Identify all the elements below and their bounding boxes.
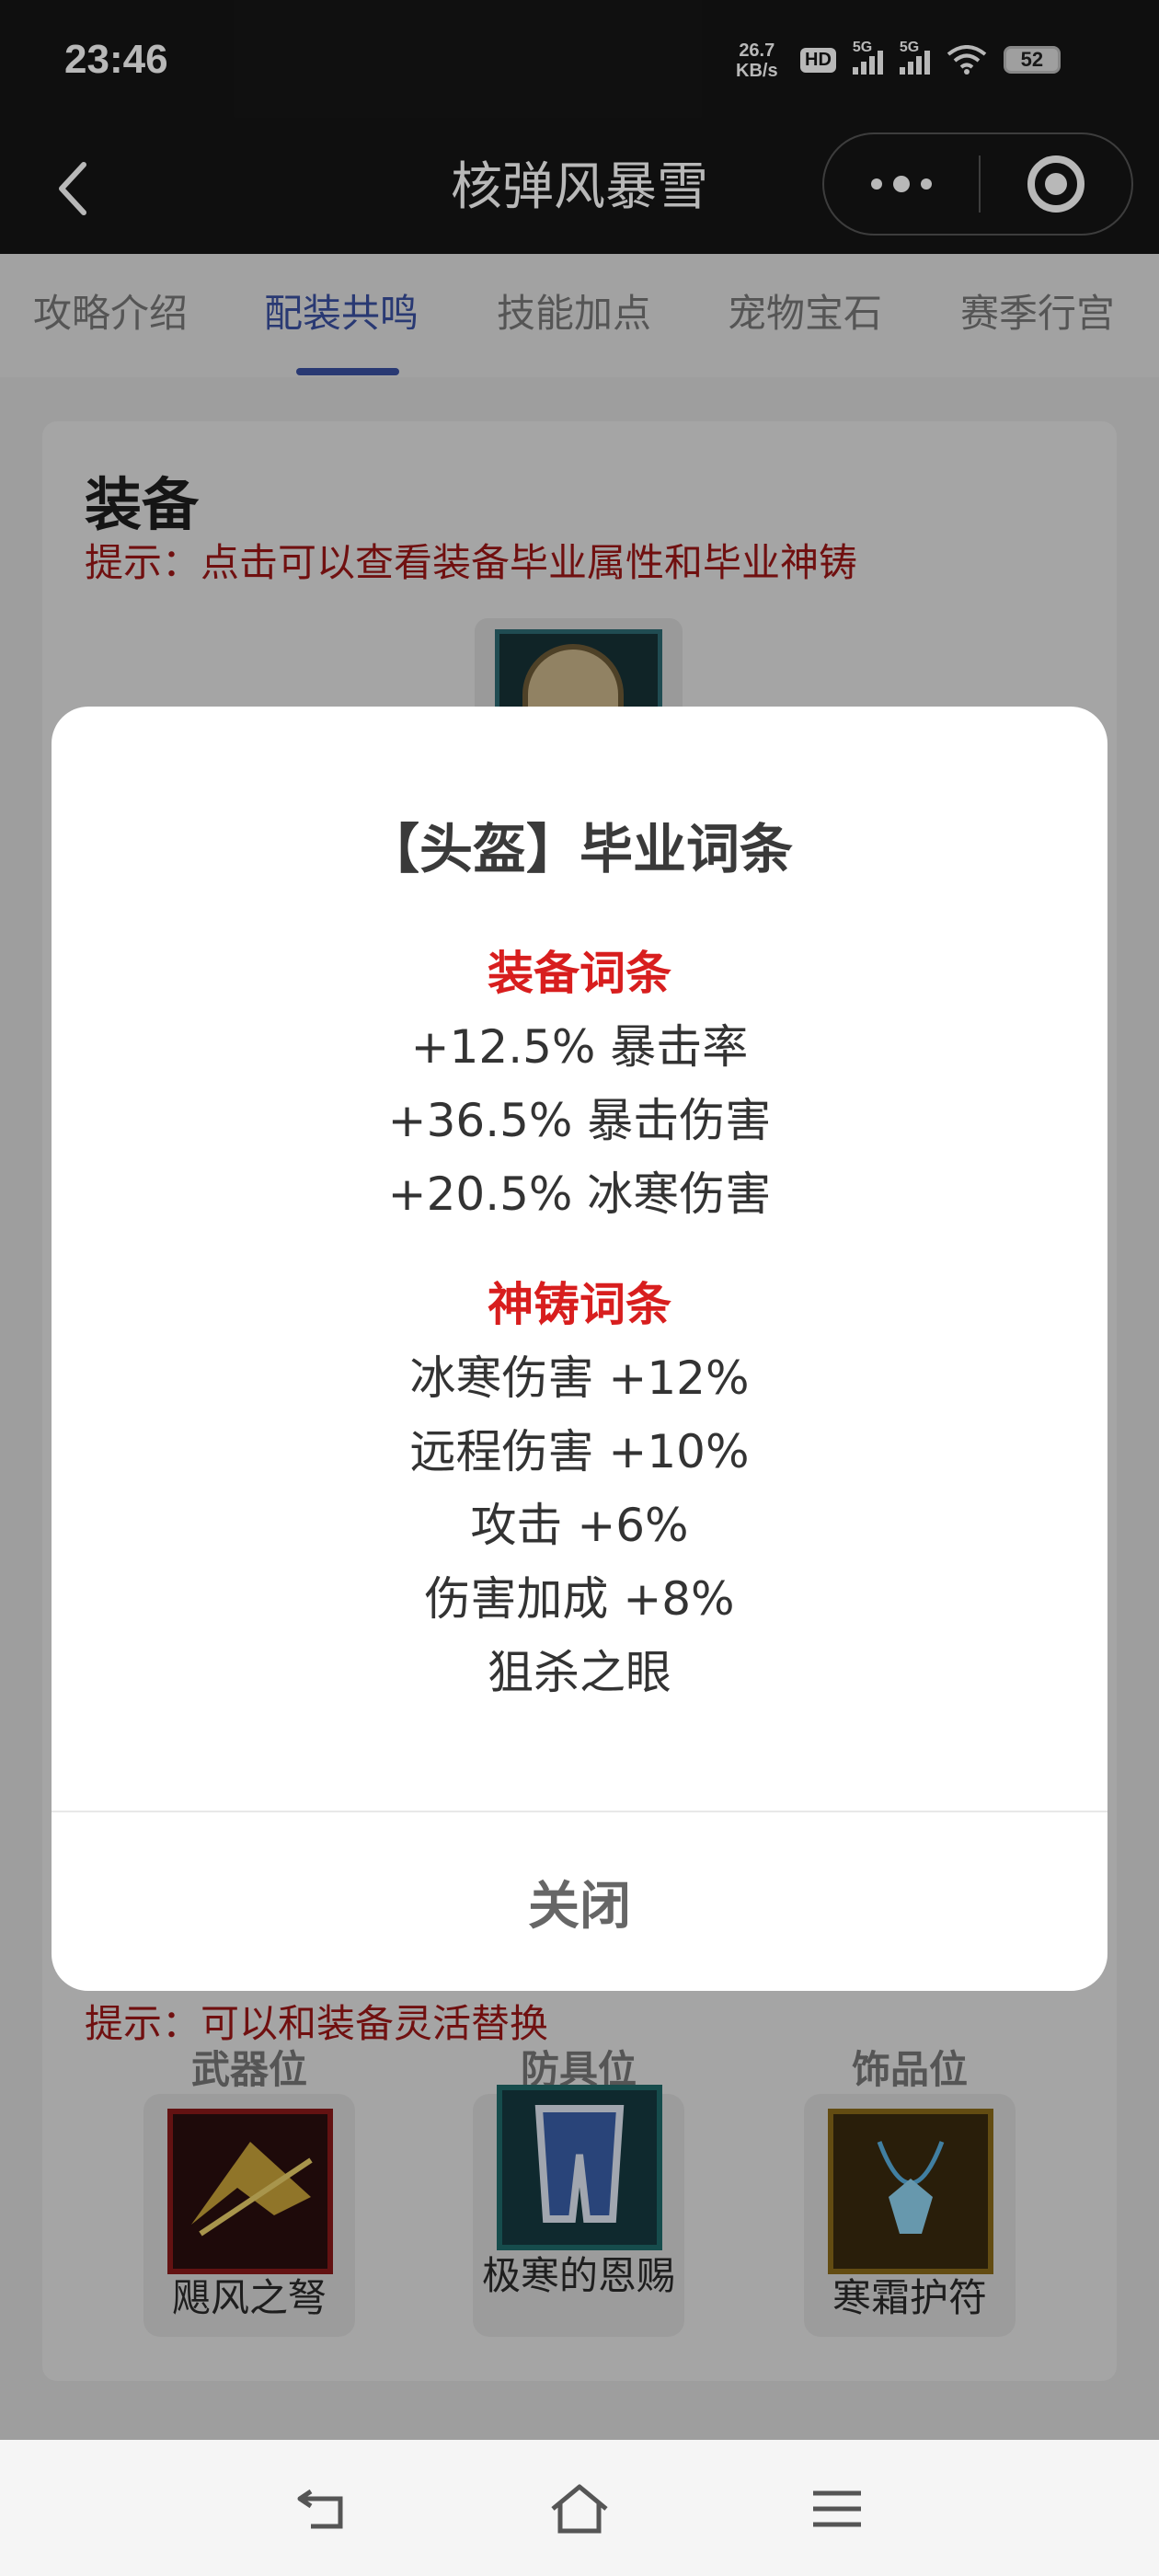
forge-attr: 远程伤害 +10%	[409, 1425, 750, 1478]
close-button[interactable]: 关闭	[52, 1812, 1107, 1991]
equip-attr: +12.5% 暴击率	[410, 1020, 749, 1074]
equip-attr: +20.5% 冰寒伤害	[387, 1167, 772, 1221]
forge-attr: 狙杀之眼	[488, 1646, 671, 1699]
system-nav-bar	[0, 2440, 1159, 2576]
back-icon	[297, 2489, 343, 2529]
equip-section-title: 装备词条	[488, 947, 671, 1000]
forge-attr: 伤害加成 +8%	[424, 1572, 735, 1626]
equip-attr: +36.5% 暴击伤害	[387, 1094, 772, 1147]
dialog-title: 【头盔】毕业词条	[365, 818, 793, 880]
forge-section-title: 神铸词条	[488, 1278, 671, 1331]
forge-attr: 攻击 +6%	[470, 1499, 689, 1552]
home-nav-button[interactable]	[543, 2477, 616, 2541]
menu-icon	[813, 2490, 861, 2527]
back-nav-button[interactable]	[285, 2477, 359, 2541]
forge-attr: 冰寒伤害 +12%	[409, 1351, 750, 1405]
attribute-dialog: 【头盔】毕业词条 装备词条 +12.5% 暴击率 +36.5% 暴击伤害 +20…	[52, 707, 1107, 1991]
menu-nav-button[interactable]	[800, 2477, 874, 2541]
home-icon	[551, 2484, 608, 2534]
